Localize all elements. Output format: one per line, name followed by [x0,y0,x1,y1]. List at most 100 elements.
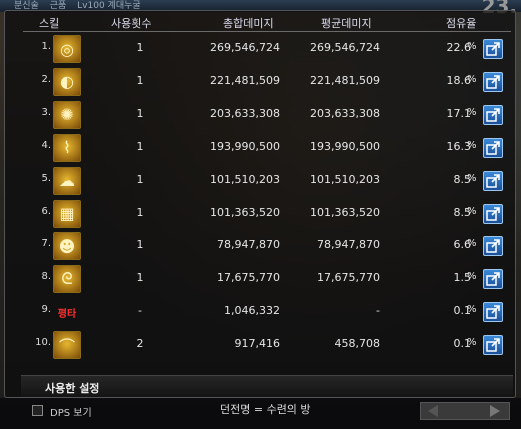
net-skill-icon: ▦ [53,199,81,228]
dps-label: DPS 보기 [50,408,92,419]
share-button[interactable] [483,137,503,158]
row-avg-damage: - [376,304,380,318]
footer-bar: DPS 보기 던전명 = 수련의 방 [0,398,521,429]
row-avg-damage: 193,990,500 [310,139,380,153]
share-arrow-icon [486,305,500,319]
row-uses: 1 [136,271,144,285]
cloud-skill-icon: ☁ [53,166,81,195]
share-button[interactable] [483,236,503,257]
row-total-damage: 78,947,870 [217,238,280,252]
row-avg-damage: 101,510,203 [310,172,380,186]
percent-sign: % [467,106,477,118]
percent-sign: % [467,238,477,250]
staff-skill-icon: ⌒ [53,331,81,360]
share-button[interactable] [483,71,503,92]
header-avg: 평균데미지 [321,17,372,30]
dps-checkbox[interactable] [32,405,43,416]
row-total-damage: 101,510,203 [210,172,280,186]
row-share-percent: 18.6 [446,73,472,87]
share-arrow-icon [486,239,500,254]
row-uses: 1 [136,238,144,252]
share-arrow-icon [486,173,500,188]
row-share-percent: 0.1 [453,304,472,318]
table-row: 9. 평타 - 1,046,332 - 0.1 % [5,296,515,328]
percent-sign: % [467,139,477,151]
header-uses: 사용횟수 [111,17,152,30]
row-avg-damage: 17,675,770 [317,271,380,285]
table-row: 7. ☻ 1 78,947,870 78,947,870 6.6 % [5,230,515,262]
percent-sign: % [467,337,477,349]
share-arrow-icon [486,140,500,155]
row-number: 9. [41,304,51,316]
used-settings-button[interactable]: 사용한 설정 [45,380,99,396]
dungeon-name: 던전명 = 수련의 방 [220,403,311,416]
row-uses: 1 [136,73,144,87]
table-row: 6. ▦ 1 101,363,520 101,363,520 8.5 % [5,198,515,230]
vortex-skill-icon: ◎ [53,35,81,63]
share-arrow-icon [486,272,500,287]
row-total-damage: 193,990,500 [210,139,280,153]
share-button[interactable] [483,170,503,191]
next-arrow-icon[interactable] [490,405,500,417]
share-button[interactable] [483,302,503,323]
row-number: 1. [41,41,51,52]
table-row: 1. ◎ 1 269,546,724 269,546,724 22.6 % [5,33,515,65]
row-total-damage: 203,633,308 [210,106,280,120]
row-avg-damage: 221,481,509 [310,73,380,87]
spiral-skill-icon: ᘓ [53,265,81,294]
row-uses: 2 [136,337,144,351]
share-button[interactable] [483,335,503,356]
row-avg-damage: 458,708 [334,337,381,351]
row-total-damage: 917,416 [234,337,281,351]
row-number: 4. [41,139,51,151]
share-arrow-icon [486,338,500,352]
row-number: 5. [41,172,51,184]
sunburst-skill-icon: ✺ [53,100,81,129]
row-share-percent: 8.5 [453,205,472,219]
table-row: 4. ⌇ 1 193,990,500 193,990,500 16.3 % [5,132,515,164]
header-share: 점유율 [446,17,477,30]
share-button[interactable] [483,39,503,59]
table-row: 8. ᘓ 1 17,675,770 17,675,770 1.5 % [5,263,515,295]
claw-skill-icon: ⌇ [53,133,81,162]
row-avg-damage: 101,363,520 [310,205,380,219]
share-arrow-icon [486,107,500,122]
header-divider [23,31,511,32]
share-arrow-icon [486,206,500,221]
row-share-percent: 6.6 [453,238,472,252]
row-share-percent: 8.5 [453,172,472,186]
row-avg-damage: 78,947,870 [317,238,380,252]
row-number: 7. [41,238,51,250]
percent-sign: % [467,271,477,283]
row-uses: 1 [136,106,144,120]
row-total-damage: 17,675,770 [217,271,280,285]
row-number: 2. [41,73,51,85]
table-row: 3. ✺ 1 203,633,308 203,633,308 17.1 % [5,99,515,131]
row-avg-damage: 269,546,724 [310,41,380,54]
percent-sign: % [467,205,477,217]
share-button[interactable] [483,269,503,290]
percent-sign: % [467,41,477,52]
row-share-percent: 1.5 [453,271,472,285]
prev-arrow-icon[interactable] [428,405,438,417]
table-header: 스킬 사용횟수 총합데미지 평균데미지 점유율 [5,11,515,33]
row-avg-damage: 203,633,308 [310,106,380,120]
row-number: 6. [41,205,51,217]
settings-bar: 사용한 설정 [21,375,513,397]
row-uses: - [138,304,142,318]
share-button[interactable] [483,203,503,224]
row-total-damage: 101,363,520 [210,205,280,219]
percent-sign: % [467,73,477,85]
text-skill-icon: 평타 [57,308,77,320]
row-number: 10. [35,337,51,349]
header-skill: 스킬 [39,17,60,30]
row-total-damage: 221,481,509 [210,73,280,87]
face-skill-icon: ☻ [53,232,81,261]
row-number: 8. [41,271,51,283]
share-button[interactable] [483,104,503,125]
row-number: 3. [41,106,51,118]
row-uses: 1 [136,205,144,219]
row-total-damage: 269,546,724 [210,41,280,54]
row-uses: 1 [136,172,144,186]
row-share-percent: 17.1 [446,106,472,120]
